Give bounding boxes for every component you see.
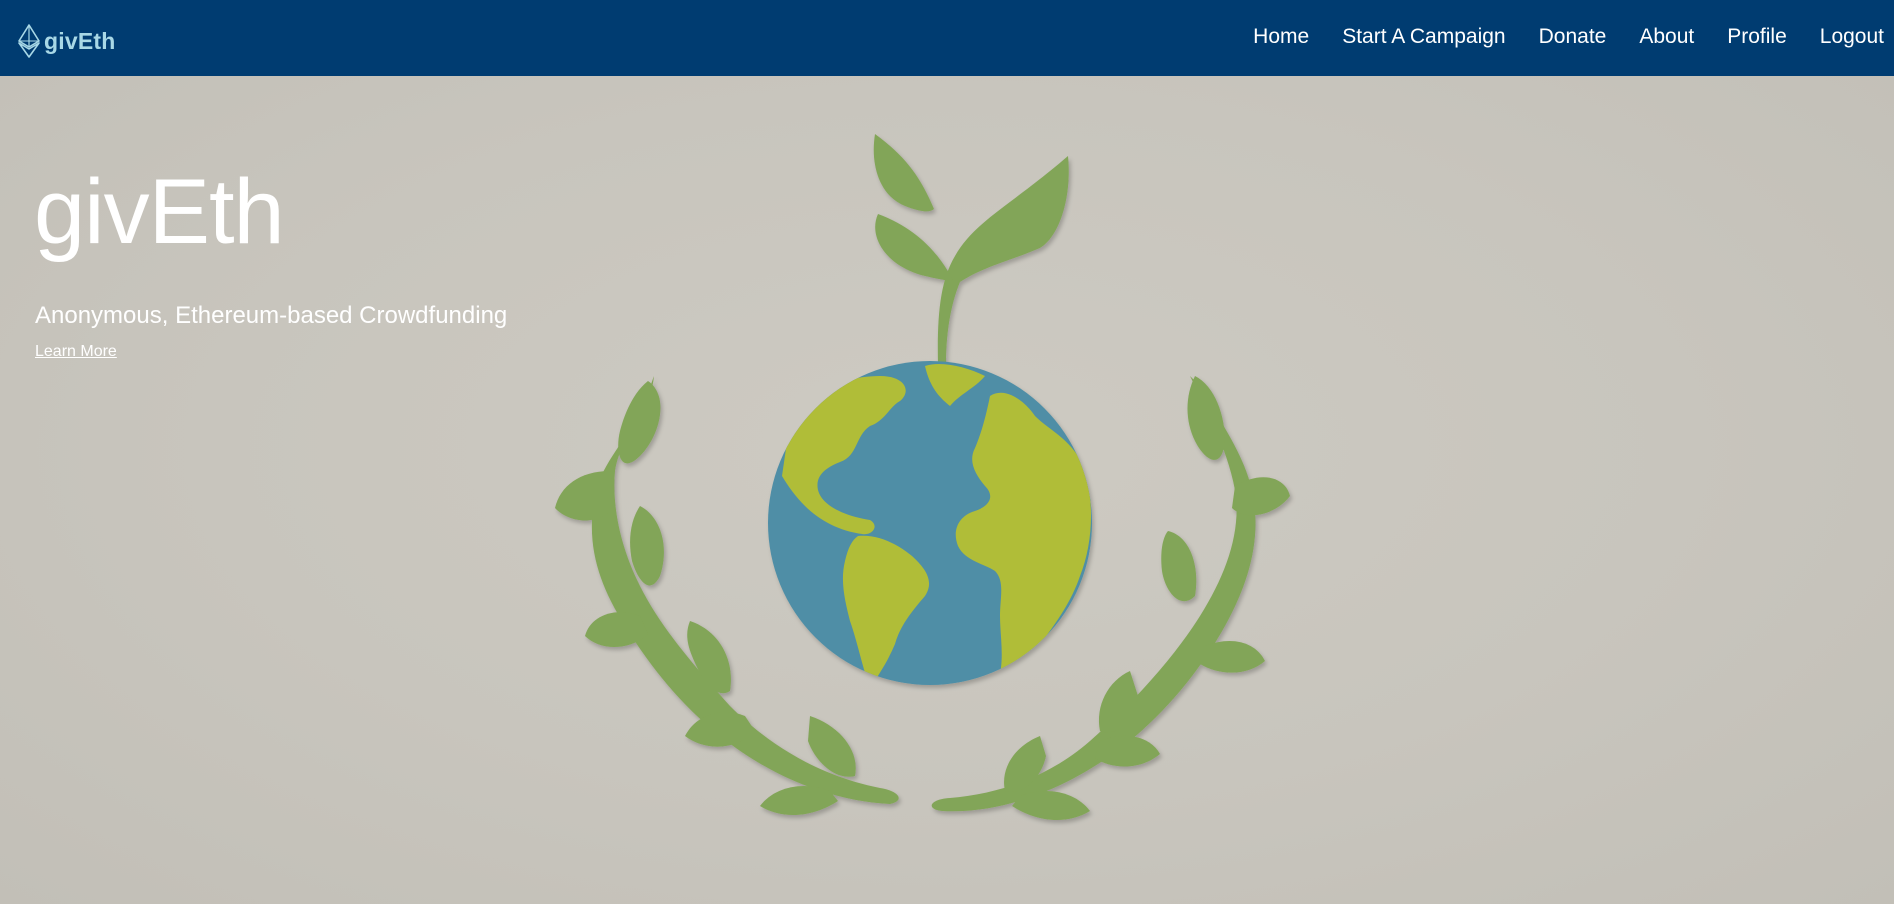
nav-home-link[interactable]: Home — [1253, 25, 1309, 49]
hero-title: givEth — [34, 161, 285, 263]
nav-logout-link[interactable]: Logout — [1820, 25, 1884, 49]
nav-donate-link[interactable]: Donate — [1539, 25, 1607, 49]
sprout-leaves — [873, 134, 1069, 364]
main-nav: Home Start A Campaign Donate About Profi… — [1220, 0, 1884, 76]
ethereum-diamond-icon — [18, 24, 40, 58]
nav-about-link[interactable]: About — [1639, 25, 1694, 49]
nav-start-campaign-link[interactable]: Start A Campaign — [1342, 25, 1505, 49]
hero-subtitle: Anonymous, Ethereum-based Crowdfunding — [35, 302, 508, 329]
nav-profile-link[interactable]: Profile — [1727, 25, 1787, 49]
hero-globe-illustration — [555, 134, 1290, 821]
hero-section: givEth Anonymous, Ethereum-based Crowdfu… — [0, 76, 1894, 904]
learn-more-link[interactable]: Learn More — [35, 344, 117, 360]
top-navbar: givEth Home Start A Campaign Donate Abou… — [0, 0, 1894, 76]
brand-logo[interactable]: givEth — [18, 24, 115, 58]
globe — [768, 361, 1092, 685]
brand-name: givEth — [44, 27, 116, 54]
